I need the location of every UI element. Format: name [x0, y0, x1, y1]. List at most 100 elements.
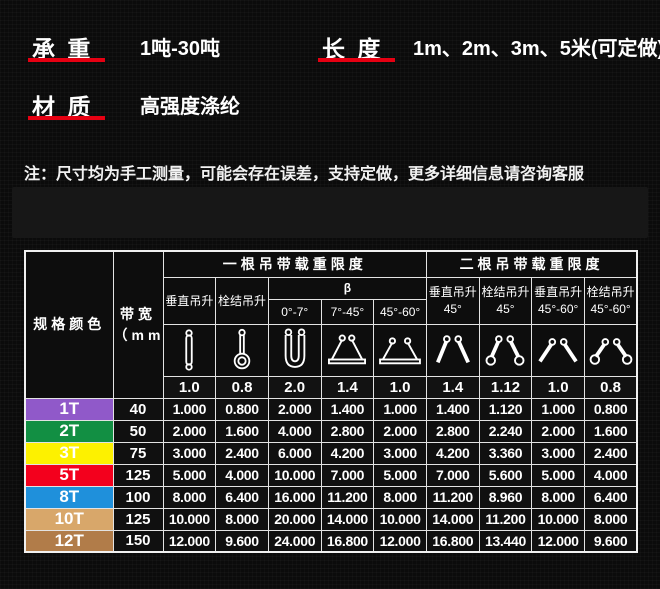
- value-cell: 10.000: [268, 464, 321, 486]
- value-cell: 16.800: [321, 530, 374, 552]
- icon-cell: [163, 324, 216, 376]
- value-cell: 8.000: [585, 508, 638, 530]
- spec-color-cell-8t: 8T: [25, 486, 113, 508]
- factor-cell: 1.0: [163, 376, 216, 398]
- spec-color-cell-2t: 2T: [25, 420, 113, 442]
- icon-cell: [426, 324, 479, 376]
- double-col-angle: 45°: [427, 301, 479, 317]
- choke-hitch-sling-icon: [231, 327, 253, 373]
- note-panel: [12, 187, 648, 238]
- value-cell: 7.000: [426, 464, 479, 486]
- value-cell: 10.000: [163, 508, 216, 530]
- load-capacity-underline: [28, 58, 105, 62]
- factor-cell: 1.4: [321, 376, 374, 398]
- factor-cell: 1.12: [479, 376, 532, 398]
- value-cell: 1.000: [163, 398, 216, 420]
- band-width-cell: 75: [113, 442, 163, 464]
- beta-angle-cell: 7°-45°: [321, 299, 374, 324]
- value-cell: 12.000: [532, 530, 585, 552]
- value-cell: 8.000: [163, 486, 216, 508]
- value-cell: 2.000: [532, 420, 585, 442]
- value-cell: 8.000: [216, 508, 269, 530]
- double-col-name: 垂直吊升: [532, 284, 584, 300]
- factor-cell: 0.8: [216, 376, 269, 398]
- value-cell: 10.000: [374, 508, 427, 530]
- two-leg-bridle-narrow-icon: [324, 331, 370, 369]
- value-cell: 2.000: [374, 420, 427, 442]
- spec-color-cell-12t: 12T: [25, 530, 113, 552]
- value-cell: 8.000: [374, 486, 427, 508]
- value-cell: 0.800: [585, 398, 638, 420]
- double-choke-45-60-icon: [588, 331, 634, 369]
- double-vertical-45-icon: [430, 331, 476, 369]
- measurement-note: 注：尺寸均为手工测量，可能会存在误差，支持定做，更多详细信息请咨询客服: [24, 160, 584, 184]
- value-cell: 5.000: [374, 464, 427, 486]
- value-cell: 1.600: [585, 420, 638, 442]
- value-cell: 9.600: [585, 530, 638, 552]
- value-cell: 24.000: [268, 530, 321, 552]
- double-col-angle: 45°-60°: [532, 301, 584, 317]
- spec-color-cell-5t: 5T: [25, 464, 113, 486]
- spec-color-cell-10t: 10T: [25, 508, 113, 530]
- value-cell: 12.000: [374, 530, 427, 552]
- value-cell: 14.000: [321, 508, 374, 530]
- double-choke-45-60-header: 栓结吊升 45°-60°: [585, 277, 638, 324]
- band-width-header: 带宽 （mm）: [113, 251, 163, 398]
- value-cell: 2.000: [268, 398, 321, 420]
- value-cell: 4.000: [268, 420, 321, 442]
- value-cell: 3.000: [374, 442, 427, 464]
- double-choke-45-header: 栓结吊升 45°: [479, 277, 532, 324]
- value-cell: 14.000: [426, 508, 479, 530]
- spec-color-cell-3t: 3T: [25, 442, 113, 464]
- value-cell: 3.000: [532, 442, 585, 464]
- value-cell: 1.120: [479, 398, 532, 420]
- value-cell: 0.800: [216, 398, 269, 420]
- factor-cell: 2.0: [268, 376, 321, 398]
- value-cell: 11.200: [479, 508, 532, 530]
- value-cell: 2.000: [163, 420, 216, 442]
- value-cell: 3.360: [479, 442, 532, 464]
- value-cell: 5.600: [479, 464, 532, 486]
- length-underline: [318, 58, 395, 62]
- value-cell: 11.200: [426, 486, 479, 508]
- double-col-angle: 45°: [480, 301, 532, 317]
- value-cell: 1.400: [321, 398, 374, 420]
- double-sling-group-header: 二根吊带载重限度: [426, 251, 637, 277]
- vertical-lift-header: 垂直吊升: [163, 277, 216, 324]
- value-cell: 1.000: [374, 398, 427, 420]
- value-cell: 16.800: [426, 530, 479, 552]
- beta-angle-cell: 0°-7°: [268, 299, 321, 324]
- product-spec-image: 承 重 1吨-30吨 长 度 1m、2m、3m、5米(可定做) 材 质 高强度涤…: [0, 0, 660, 589]
- value-cell: 11.200: [321, 486, 374, 508]
- band-width-cell: 40: [113, 398, 163, 420]
- value-cell: 5.000: [163, 464, 216, 486]
- value-cell: 1.000: [532, 398, 585, 420]
- beta-angle-cell: 45°-60°: [374, 299, 427, 324]
- length-value: 1m、2m、3m、5米(可定做): [413, 32, 660, 61]
- value-cell: 4.200: [321, 442, 374, 464]
- band-width-cell: 125: [113, 464, 163, 486]
- value-cell: 8.000: [532, 486, 585, 508]
- band-width-cell: 150: [113, 530, 163, 552]
- band-width-cell: 125: [113, 508, 163, 530]
- value-cell: 1.400: [426, 398, 479, 420]
- icon-cell: [479, 324, 532, 376]
- value-cell: 2.240: [479, 420, 532, 442]
- spec-color-cell-1t: 1T: [25, 398, 113, 420]
- factor-cell: 1.4: [426, 376, 479, 398]
- icon-cell: [532, 324, 585, 376]
- value-cell: 2.400: [216, 442, 269, 464]
- band-width-cell: 50: [113, 420, 163, 442]
- value-cell: 13.440: [479, 530, 532, 552]
- factor-cell: 1.0: [532, 376, 585, 398]
- load-capacity-value: 1吨-30吨: [140, 32, 220, 61]
- value-cell: 4.000: [216, 464, 269, 486]
- value-cell: 4.200: [426, 442, 479, 464]
- material-underline: [28, 116, 105, 120]
- double-col-name: 垂直吊升: [427, 284, 479, 300]
- double-vertical-45-header: 垂直吊升 45°: [426, 277, 479, 324]
- double-vertical-45-60-header: 垂直吊升 45°-60°: [532, 277, 585, 324]
- double-col-name: 栓结吊升: [585, 284, 636, 300]
- double-col-angle: 45°-60°: [585, 301, 636, 317]
- band-width-header-line2: （mm）: [114, 327, 164, 343]
